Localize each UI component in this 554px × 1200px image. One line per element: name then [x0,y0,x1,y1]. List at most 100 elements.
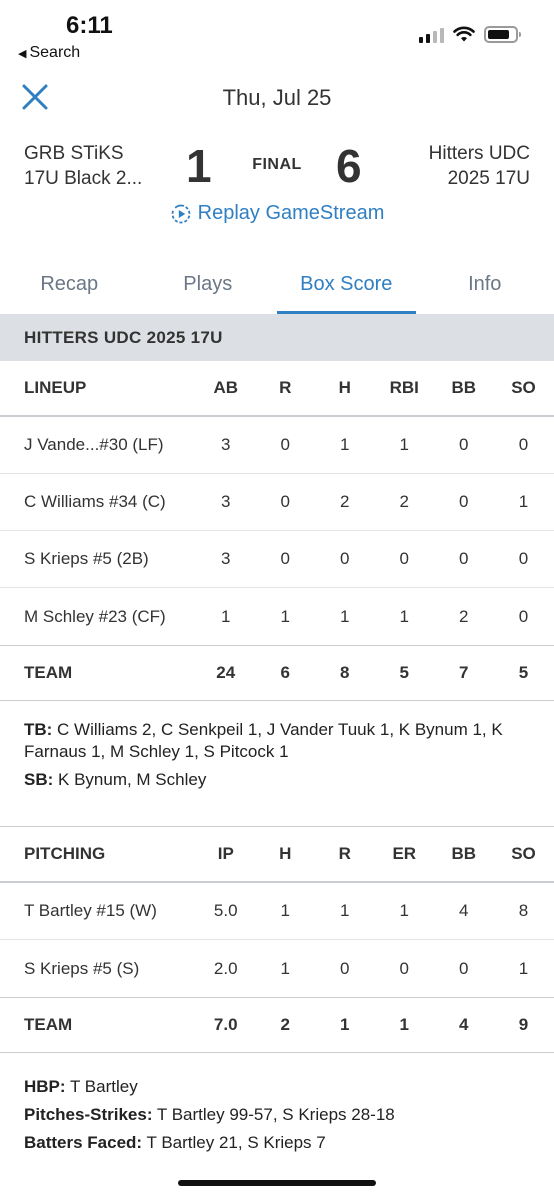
total-bases-note: TB: C Williams 2, C Senkpeil 1, J Vander… [24,719,534,763]
note-label: Batters Faced: [24,1133,143,1152]
note-value: T Bartley 99-57, S Krieps 28-18 [152,1105,395,1124]
back-label: Search [29,44,81,61]
stat-cell: 0 [340,549,350,568]
stat-cell: 0 [340,958,350,978]
total-cell: 2 [280,1015,290,1034]
pitches-strikes-note: Pitches-Strikes: T Bartley 99-57, S Krie… [24,1104,534,1126]
stat-cell: 2.0 [213,958,238,978]
stat-cell: 0 [518,549,529,568]
stat-cell: 3 [221,549,231,568]
column-header: SO [511,844,536,863]
note-label: Pitches-Strikes: [24,1105,153,1124]
note-label: HBP: [24,1077,66,1096]
status-time: 6:11 [66,12,113,39]
replay-gamestream-link[interactable]: Replay GameStream [0,202,554,225]
stat-cell: 1 [280,901,290,920]
column-header: IP [217,844,234,863]
status-bar: 6:11 ◀ Search [0,0,554,70]
stat-cell: 0 [459,435,469,454]
column-header: SO [511,378,536,397]
table-row[interactable]: J Vande...#30 (LF) 3 0 1 1 0 0 [0,417,554,474]
totals-label: TEAM [24,1015,73,1034]
batters-faced-note: Batters Faced: T Bartley 21, S Krieps 7 [24,1132,534,1154]
pitching-totals-row: TEAM 7.0 2 1 1 4 9 [0,997,554,1053]
table-row[interactable]: C Williams #34 (C) 3 0 2 2 0 1 [0,474,554,531]
tab-box-score[interactable]: Box Score [277,254,416,314]
column-header: RBI [389,378,419,397]
back-to-search-link[interactable]: ◀ Search [18,44,80,62]
hit-by-pitch-note: HBP: T Bartley [24,1076,534,1098]
total-cell: 9 [518,1015,529,1034]
stat-cell: 1 [340,901,350,920]
team-section-header: HITTERS UDC 2025 17U [0,314,554,361]
totals-label: TEAM [24,663,73,682]
note-value: K Bynum, M Schley [53,770,207,789]
player-name: C Williams #34 (C) [24,492,166,511]
table-row[interactable]: T Bartley #15 (W) 5.0 1 1 1 4 8 [0,883,554,940]
stat-cell: 0 [459,492,469,511]
stat-cell: 1 [221,606,231,626]
total-cell: 7.0 [213,1015,238,1034]
column-header: H [279,844,292,863]
home-team-line1: Hitters UDC [428,143,530,164]
stat-cell: 0 [280,492,290,511]
stat-cell: 1 [280,958,290,978]
tab-recap[interactable]: Recap [0,254,139,314]
stat-cell: 1 [518,958,529,978]
total-cell: 5 [518,663,529,682]
player-name: J Vande...#30 (LF) [24,435,164,454]
total-cell: 1 [340,1015,350,1034]
table-row[interactable]: M Schley #23 (CF) 1 1 1 1 2 0 [0,588,554,645]
column-header: H [338,378,351,397]
column-header: ER [392,844,417,863]
pitching-table: PITCHING IP H R ER BB SO T Bartley #15 (… [0,826,554,1053]
lineup-totals-row: TEAM 24 6 8 5 7 5 [0,645,554,701]
stat-cell: 1 [518,492,529,511]
total-cell: 5 [399,663,409,682]
replay-label: Replay GameStream [197,202,385,224]
lineup-table: LINEUP AB R H RBI BB SO J Vande...#30 (L… [0,361,554,701]
pitching-notes: HBP: T Bartley Pitches-Strikes: T Bartle… [24,1076,534,1160]
note-label: SB: [24,770,54,789]
back-arrow-icon: ◀ [18,47,27,60]
column-header: AB [213,378,239,397]
note-value: C Williams 2, C Senkpeil 1, J Vander Tuu… [24,720,503,761]
stat-cell: 1 [280,606,290,626]
note-value: T Bartley 21, S Krieps 7 [142,1133,326,1152]
total-cell: 6 [280,663,290,682]
stat-cell: 2 [459,606,469,626]
replay-icon [171,204,190,223]
home-team-name[interactable]: Hitters UDC 2025 17U [429,141,530,191]
stat-cell: 0 [459,549,469,568]
table-row[interactable]: S Krieps #5 (S) 2.0 1 0 0 0 1 [0,940,554,997]
pitching-header-row: PITCHING IP H R ER BB SO [0,827,554,883]
table-row[interactable]: S Krieps #5 (2B) 3 0 0 0 0 0 [0,531,554,588]
pitcher-name: T Bartley #15 (W) [24,901,157,920]
player-name: S Krieps #5 (2B) [24,549,149,568]
tab-info[interactable]: Info [416,254,554,314]
stat-cell: 1 [399,901,409,920]
cellular-signal-icon [419,27,444,43]
total-cell: 1 [399,1015,409,1034]
total-cell: 4 [459,1015,469,1034]
total-cell: 8 [340,663,350,682]
stat-cell: 0 [518,435,529,454]
stat-cell: 3 [221,435,231,454]
lineup-header-row: LINEUP AB R H RBI BB SO [0,361,554,417]
stat-cell: 3 [221,492,231,511]
stat-cell: 0 [518,606,529,626]
stat-cell: 4 [459,901,469,920]
stat-cell: 1 [340,606,350,626]
pitcher-name: S Krieps #5 (S) [24,958,140,978]
stat-cell: 5.0 [213,901,238,920]
column-header: BB [451,378,477,397]
batting-notes: TB: C Williams 2, C Senkpeil 1, J Vander… [24,719,534,797]
home-indicator[interactable] [178,1180,376,1186]
stat-cell: 0 [280,549,290,568]
stat-cell: 0 [459,958,469,978]
tab-plays[interactable]: Plays [139,254,278,314]
home-score: 6 [336,140,362,192]
total-cell: 24 [216,663,236,682]
column-header: LINEUP [24,378,87,397]
column-header: PITCHING [24,844,106,863]
